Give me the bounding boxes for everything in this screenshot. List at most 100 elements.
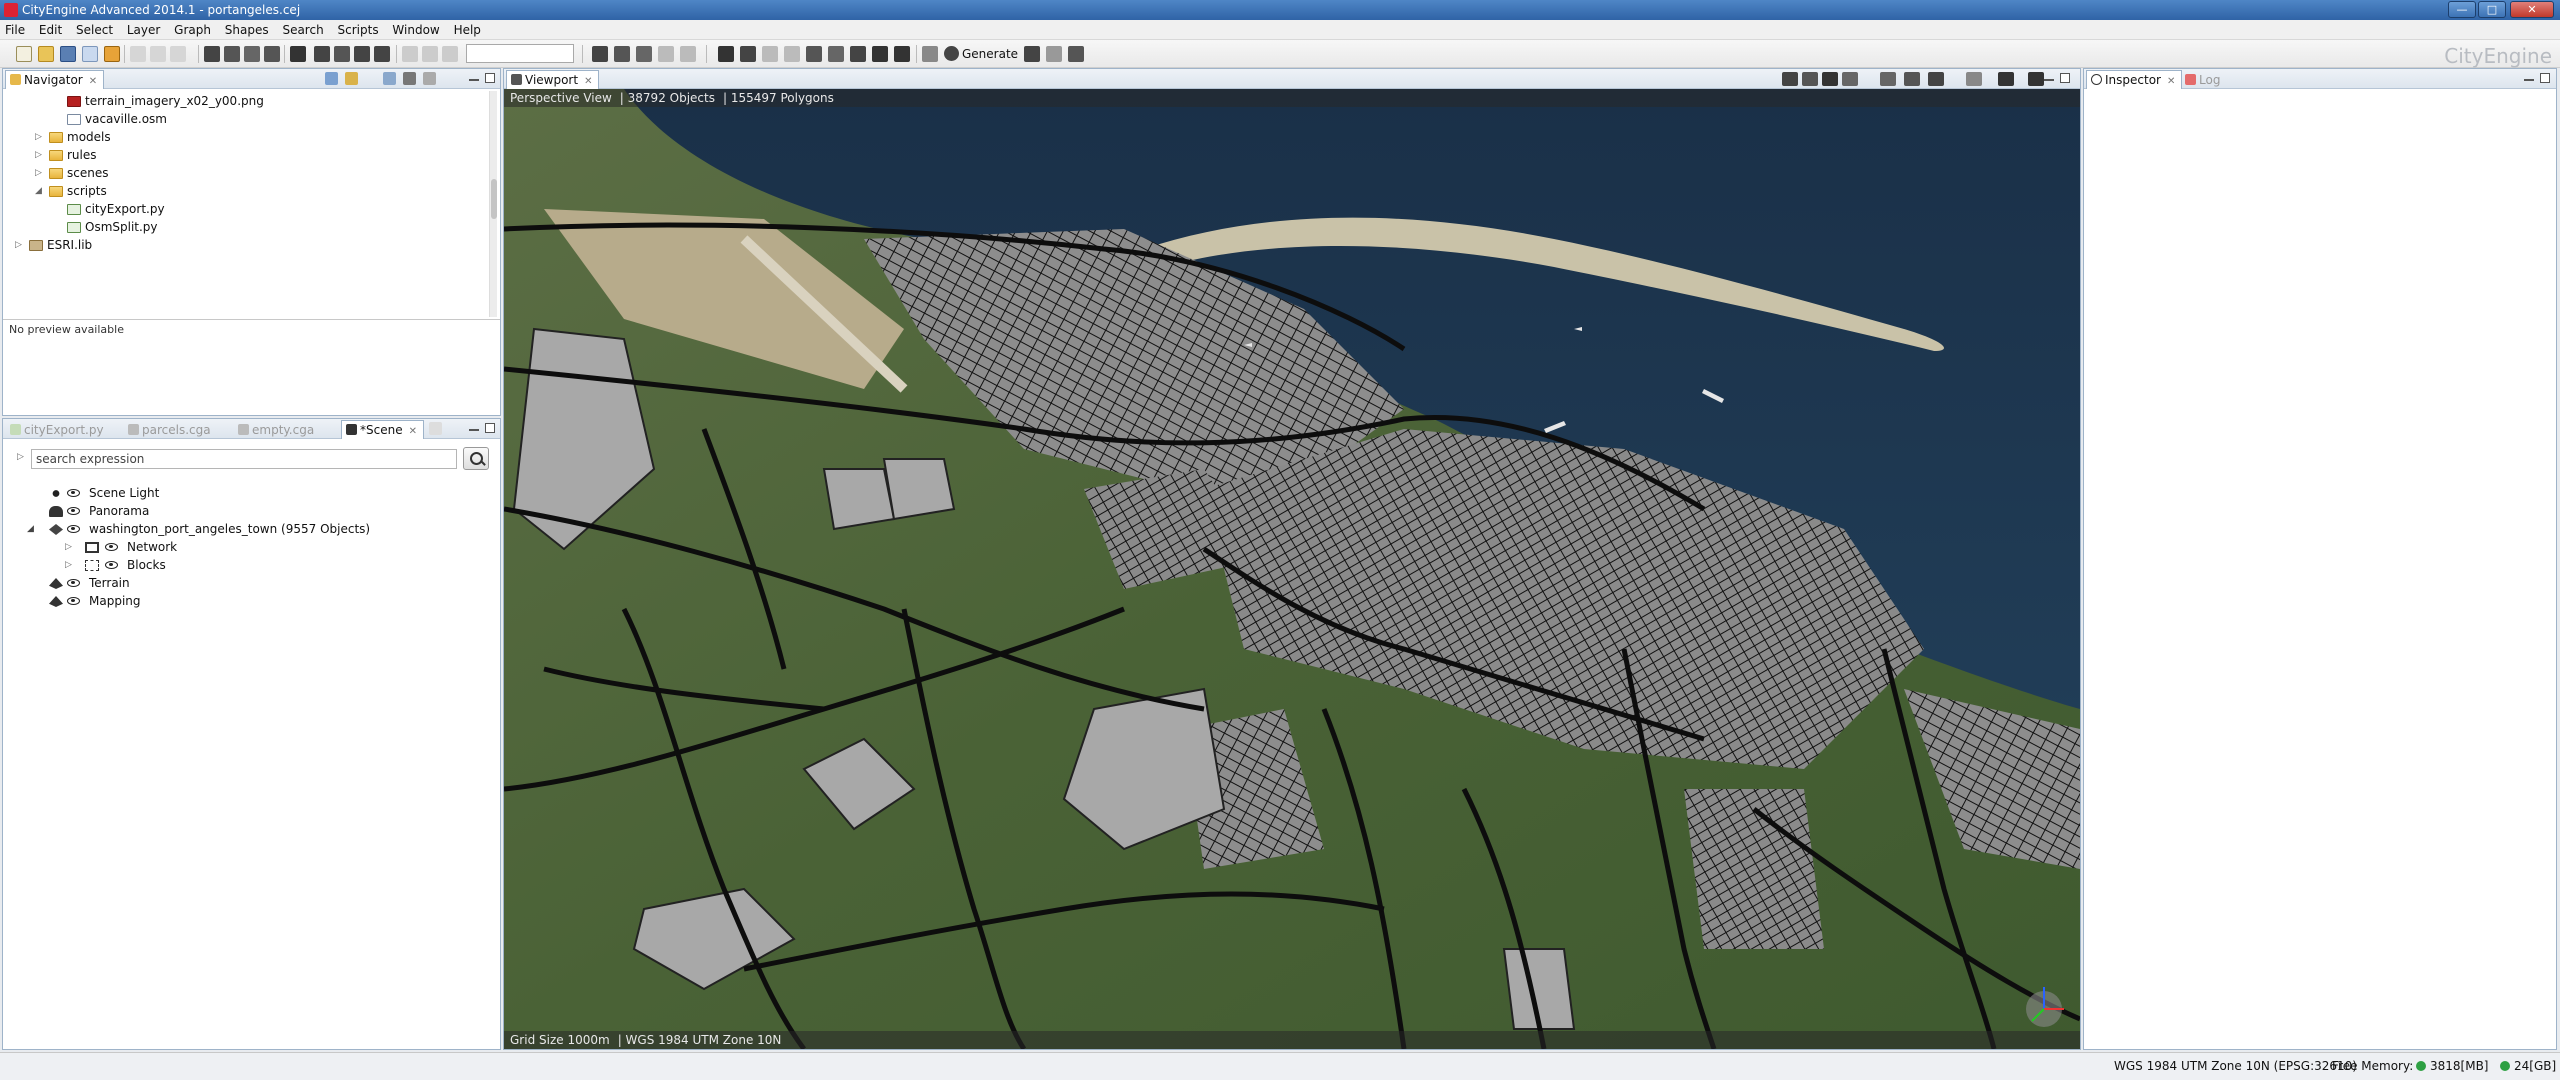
tab-scene[interactable]: *Scene ✕ [341,420,424,439]
open-folder-icon[interactable] [38,46,54,62]
layer-terrain[interactable]: Terrain [49,575,489,593]
minimize-panel-icon[interactable] [469,79,479,81]
save-icon[interactable] [60,46,76,62]
layer-blocks[interactable]: ▷ Blocks [63,557,483,575]
expand-icon[interactable]: ▷ [65,560,72,570]
collapse-icon[interactable]: ◢ [35,186,45,196]
cleanup-graph-icon[interactable] [680,46,696,62]
menu-layer[interactable]: Layer [122,20,165,40]
terrain-align-icon[interactable] [894,46,910,62]
close-tab-icon[interactable]: ✕ [409,426,417,437]
close-tab-icon[interactable]: ✕ [89,76,97,87]
tab-cityexport[interactable]: cityExport.py [5,420,111,439]
expand-icon[interactable]: ▷ [65,542,72,552]
eye-icon[interactable] [67,579,80,587]
camera-icon[interactable] [374,46,390,62]
menu-select[interactable]: Select [71,20,118,40]
move-icon[interactable] [204,46,220,62]
scale-icon[interactable] [244,46,260,62]
expand-icon[interactable]: ▷ [35,168,45,178]
menu-window[interactable]: Window [387,20,444,40]
snap-grid-icon[interactable] [422,46,438,62]
search-options-icon[interactable]: ▷ [17,452,24,462]
preview-toggle-icon[interactable] [403,72,416,85]
3d-view[interactable]: Perspective View | 38792 Objects | 155497 … [504,89,2080,1049]
expand-icon[interactable]: ▷ [35,150,45,160]
tab-log[interactable]: Log [2180,70,2227,89]
update-seed-icon[interactable] [1046,46,1062,62]
scene-search-input[interactable]: search expression [31,449,457,469]
snap-terrain-icon[interactable] [442,46,458,62]
link-editor-icon[interactable] [345,72,358,85]
collapse-all-icon[interactable] [325,72,338,85]
layer-panorama[interactable]: Panorama [49,503,489,521]
zoom-icon[interactable] [354,46,370,62]
street-add-icon[interactable] [614,46,630,62]
expand-icon[interactable]: ▷ [15,240,25,250]
close-tab-icon[interactable]: ✕ [584,76,592,87]
scroll-thumb[interactable] [491,179,497,219]
tab-inspector[interactable]: Inspector ✕ [2086,70,2183,89]
tab-viewport[interactable]: Viewport ✕ [506,70,600,89]
overflow-tabs-icon[interactable] [429,422,442,435]
tab-navigator[interactable]: Navigator ✕ [5,70,105,89]
rect-shape-icon[interactable] [762,46,778,62]
cut-icon[interactable] [130,46,146,62]
menu-edit[interactable]: Edit [34,20,67,40]
textured-icon[interactable] [1822,72,1838,86]
polygon-shape-icon[interactable] [740,46,756,62]
close-button[interactable]: ✕ [2510,1,2554,18]
new-file-icon[interactable] [16,46,32,62]
wire-overlay-icon[interactable] [1842,72,1858,86]
bookmarks-icon[interactable] [1966,72,1982,86]
minimize-panel-icon[interactable] [469,429,479,431]
maximize-panel-icon[interactable] [2540,73,2550,83]
menu-search[interactable]: Search [277,20,328,40]
frame-selection-icon[interactable] [1904,72,1920,86]
menu-scripts[interactable]: Scripts [333,20,384,40]
menu-file[interactable]: File [0,20,30,40]
align-icon[interactable] [264,46,280,62]
maximize-panel-icon[interactable] [2060,73,2070,83]
lighting-icon[interactable] [1880,72,1896,86]
eye-icon[interactable] [67,597,80,605]
eye-icon[interactable] [105,561,118,569]
minimize-button[interactable]: — [2448,1,2476,18]
filter-icon[interactable] [423,72,436,85]
close-tab-icon[interactable]: ✕ [2167,76,2175,87]
snap-icon[interactable] [402,46,418,62]
menu-shapes[interactable]: Shapes [220,20,274,40]
layer-scene-light[interactable]: Scene Light [49,485,489,503]
save-all-icon[interactable] [82,46,98,62]
menu-graph[interactable]: Graph [169,20,216,40]
eye-icon[interactable] [67,507,80,515]
star-icon[interactable] [2028,72,2044,86]
regenerate-icon[interactable] [1024,46,1040,62]
wireframe-icon[interactable] [1782,72,1798,86]
generate-button[interactable]: Generate [942,45,1021,63]
simplify-graph-icon[interactable] [658,46,674,62]
aerial-map[interactable] [504,89,2080,1049]
rotate-icon[interactable] [224,46,240,62]
navigator-scrollbar[interactable] [489,91,497,317]
eye-icon[interactable] [105,543,118,551]
view-menu-icon[interactable] [383,72,396,85]
minimize-panel-icon[interactable] [2524,79,2534,81]
subdivide-icon[interactable] [784,46,800,62]
expand-icon[interactable]: ▷ [35,132,45,142]
select-dropdown-icon[interactable] [314,46,330,62]
maximize-panel-icon[interactable] [485,423,495,433]
layer-network[interactable]: ▷ Network [63,539,483,557]
maximize-panel-icon[interactable] [485,73,495,83]
layer-mapping[interactable]: Mapping [49,593,489,611]
offset-icon[interactable] [828,46,844,62]
camera-menu-icon[interactable] [1928,72,1944,86]
layer-port-angeles[interactable]: ◢ washington_port_angeles_town (9557 Obj… [23,521,493,539]
tab-empty[interactable]: empty.cga [233,420,321,439]
tab-parcels[interactable]: parcels.cga [123,420,218,439]
shape-tool-icon[interactable] [718,46,734,62]
maximize-button[interactable]: □ [2478,1,2506,18]
gear-icon[interactable] [1998,72,2014,86]
minimize-panel-icon[interactable] [2044,79,2054,81]
menu-help[interactable]: Help [449,20,486,40]
